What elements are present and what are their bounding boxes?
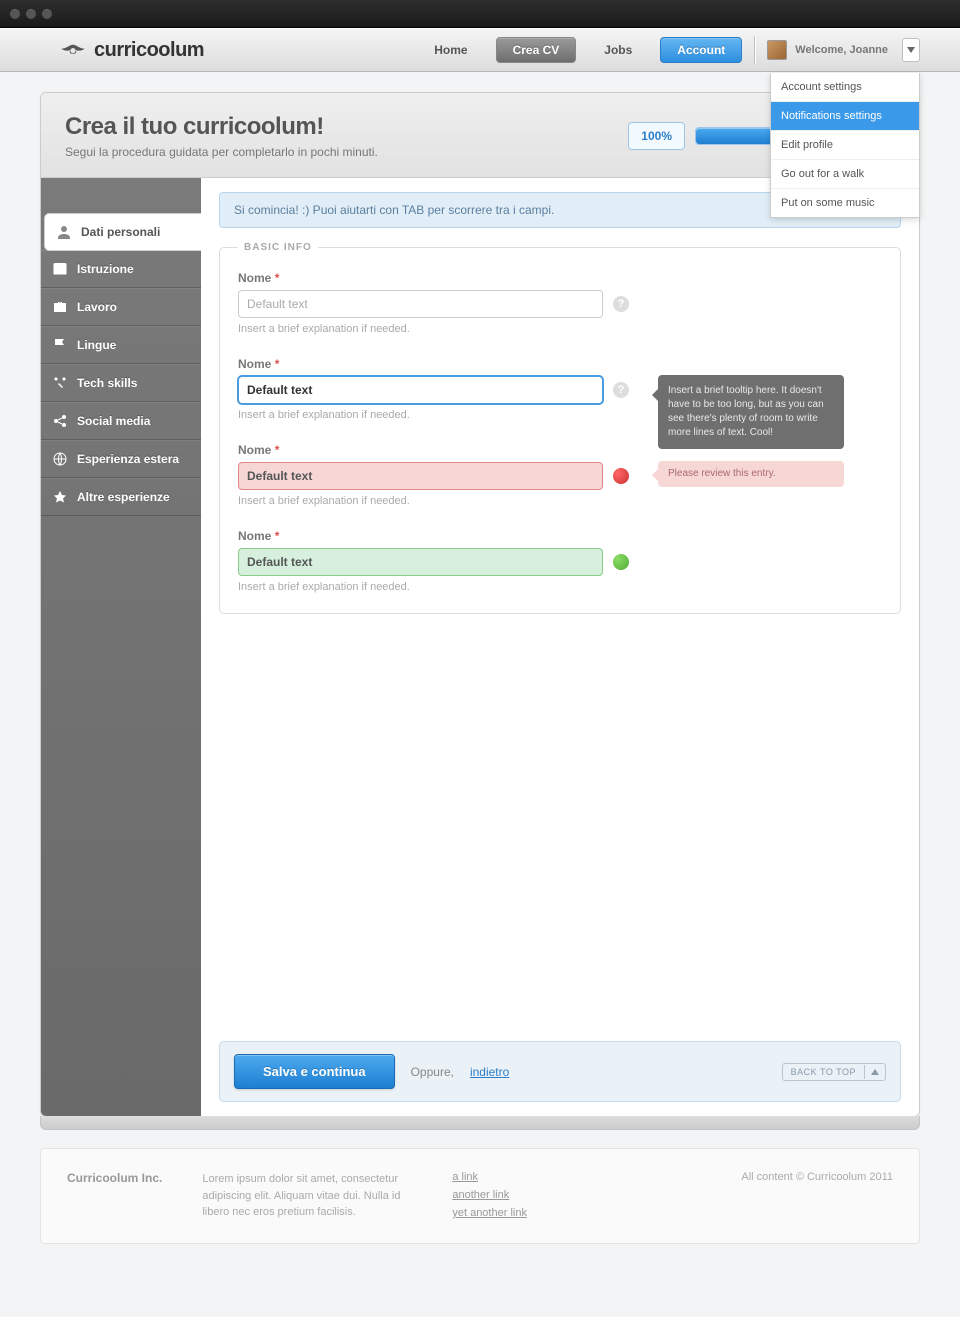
save-continue-button[interactable]: Salva e continua xyxy=(234,1054,395,1089)
traffic-light-dot xyxy=(26,9,36,19)
text-input[interactable] xyxy=(238,376,603,404)
site-footer: Curricoolum Inc. Lorem ipsum dolor sit a… xyxy=(40,1148,920,1244)
footer-link[interactable]: a link xyxy=(452,1171,527,1183)
flag-icon xyxy=(53,338,67,352)
os-titlebar xyxy=(0,0,960,28)
footer-links: a link another link yet another link xyxy=(452,1171,527,1221)
nav-home[interactable]: Home xyxy=(424,37,477,63)
sidebar-item-label: Tech skills xyxy=(77,376,137,390)
traffic-light-dot xyxy=(10,9,20,19)
back-link[interactable]: indietro xyxy=(470,1065,509,1079)
field-help-text: Insert a brief explanation if needed. xyxy=(238,495,882,507)
user-menu-toggle[interactable] xyxy=(902,38,920,62)
field-help-text: Insert a brief explanation if needed. xyxy=(238,323,882,335)
briefcase-icon xyxy=(53,300,67,314)
dropdown-item[interactable]: Put on some music xyxy=(771,189,919,217)
globe-icon xyxy=(53,452,67,466)
dropdown-item[interactable]: Edit profile xyxy=(771,131,919,160)
sidebar: Dati personali Istruzione Lavoro Lingue Tech… xyxy=(41,178,201,1116)
panel-bottom-strip xyxy=(40,1116,920,1130)
nav-crea-cv-button[interactable]: Crea CV xyxy=(496,37,577,63)
text-input[interactable] xyxy=(238,462,603,490)
back-to-top-button[interactable]: BACK TO TOP xyxy=(782,1063,886,1081)
form-field: Nome *?Insert a brief explanation if nee… xyxy=(238,357,882,421)
brand-text: curricoolum xyxy=(94,39,204,62)
chevron-up-icon xyxy=(864,1065,885,1079)
text-input[interactable] xyxy=(238,290,603,318)
sidebar-item-label: Social media xyxy=(77,414,150,428)
nav-jobs[interactable]: Jobs xyxy=(594,37,642,63)
sidebar-item[interactable]: Lingue xyxy=(41,326,201,364)
required-indicator: * xyxy=(275,443,280,457)
field-help-text: Insert a brief explanation if needed. xyxy=(238,581,882,593)
footer-company: Curricoolum Inc. xyxy=(67,1171,162,1185)
welcome-text: Welcome, Joanne xyxy=(795,44,888,56)
required-indicator: * xyxy=(275,271,280,285)
sidebar-item-label: Lavoro xyxy=(77,300,117,314)
required-indicator: * xyxy=(275,529,280,543)
tooltip: Insert a brief tooltip here. It doesn't … xyxy=(658,375,844,449)
form-field: Nome * Insert a brief explanation if need… xyxy=(238,529,882,593)
traffic-light-dot xyxy=(42,9,52,19)
sidebar-item-label: Istruzione xyxy=(77,262,134,276)
help-icon[interactable]: ? xyxy=(613,296,629,312)
action-bar: Salva e continua Oppure, indietro BACK T… xyxy=(219,1041,901,1102)
field-label: Nome * xyxy=(238,271,882,285)
avatar xyxy=(767,40,787,60)
user-block[interactable]: Welcome, Joanne xyxy=(767,38,920,62)
error-tooltip: Please review this entry. xyxy=(658,461,844,487)
sidebar-item[interactable]: Altre esperienze xyxy=(41,478,201,516)
footer-copyright: All content © Curricoolum 2011 xyxy=(741,1171,893,1221)
sidebar-item[interactable]: Lavoro xyxy=(41,288,201,326)
sidebar-item-label: Lingue xyxy=(77,338,116,352)
wings-icon xyxy=(60,41,86,59)
sidebar-item[interactable]: Esperienza estera xyxy=(41,440,201,478)
nav-account-button[interactable]: Account xyxy=(660,37,742,63)
page-subtitle: Segui la procedura guidata per completar… xyxy=(65,145,378,159)
sidebar-item-label: Dati personali xyxy=(81,225,160,239)
star-icon xyxy=(53,490,67,504)
sidebar-item[interactable]: Tech skills xyxy=(41,364,201,402)
form-field: Nome * Insert a brief explanation if need… xyxy=(238,443,882,507)
sidebar-item[interactable]: Dati personali xyxy=(45,214,201,250)
field-label: Nome * xyxy=(238,529,882,543)
footer-link[interactable]: yet another link xyxy=(452,1207,527,1219)
back-to-top-label: BACK TO TOP xyxy=(783,1064,864,1080)
progress-percent: 100% xyxy=(628,122,685,150)
fieldset-legend: BASIC INFO xyxy=(238,242,318,253)
help-icon[interactable] xyxy=(613,468,629,484)
nav-divider xyxy=(754,36,755,64)
sidebar-item[interactable]: Social media xyxy=(41,402,201,440)
help-icon[interactable] xyxy=(613,554,629,570)
or-text: Oppure, xyxy=(411,1065,454,1079)
field-label: Nome * xyxy=(238,443,882,457)
form-field: Nome *? Insert a brief explanation if nee… xyxy=(238,271,882,335)
field-label: Nome * xyxy=(238,357,882,371)
text-input[interactable] xyxy=(238,548,603,576)
book-icon xyxy=(53,262,67,276)
nav-links: Home Crea CV Jobs Account xyxy=(424,37,742,63)
basic-info-fieldset: BASIC INFO Nome *? Insert a brief explana… xyxy=(219,242,901,614)
dropdown-item[interactable]: Notifications settings xyxy=(771,102,919,131)
brand-logo[interactable]: curricoolum xyxy=(60,39,204,62)
chevron-down-icon xyxy=(907,47,915,53)
help-icon[interactable]: ? xyxy=(613,382,629,398)
top-navbar: curricoolum Home Crea CV Jobs Account We… xyxy=(0,28,960,72)
page-title: Crea il tuo curricoolum! xyxy=(65,113,378,141)
sidebar-item-label: Esperienza estera xyxy=(77,452,179,466)
footer-description: Lorem ipsum dolor sit amet, consectetur … xyxy=(202,1171,412,1221)
share-icon xyxy=(53,414,67,428)
tools-icon xyxy=(53,376,67,390)
footer-link[interactable]: another link xyxy=(452,1189,527,1201)
user-dropdown: Account settingsNotifications settingsEd… xyxy=(770,73,920,218)
dropdown-item[interactable]: Account settings xyxy=(771,73,919,102)
person-icon xyxy=(57,225,71,239)
sidebar-item-label: Altre esperienze xyxy=(77,490,170,504)
dropdown-item[interactable]: Go out for a walk xyxy=(771,160,919,189)
required-indicator: * xyxy=(275,357,280,371)
sidebar-item[interactable]: Istruzione xyxy=(41,250,201,288)
